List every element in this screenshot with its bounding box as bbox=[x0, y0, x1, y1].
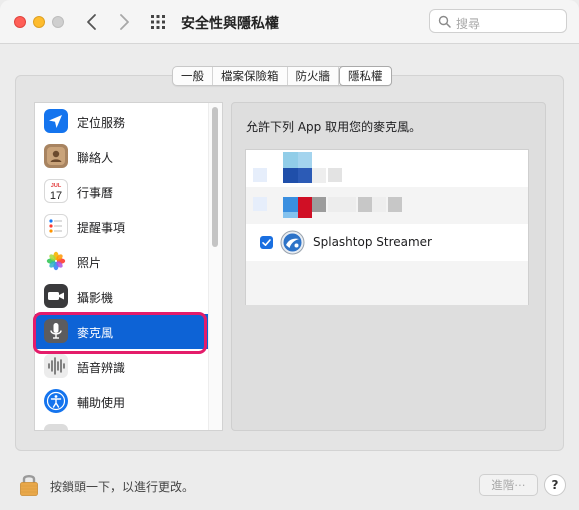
redacted-block bbox=[283, 212, 298, 218]
search-placeholder: 搜尋 bbox=[456, 17, 481, 31]
sidebar-scrollbar-thumb[interactable] bbox=[212, 107, 218, 247]
redacted-block bbox=[283, 168, 298, 183]
preferences-window: 安全性與隱私權 搜尋 一般 檔案保險箱 防火牆 隱私權 定位服務 聯絡人 JUL… bbox=[0, 0, 579, 510]
advanced-button[interactable]: 進階⋯ bbox=[479, 474, 538, 496]
permission-description: 允許下列 App 取用您的麥克風。 bbox=[246, 120, 422, 134]
redacted-block bbox=[253, 197, 267, 211]
title-bar: 安全性與隱私權 搜尋 bbox=[0, 0, 579, 44]
accessibility-icon bbox=[44, 389, 68, 413]
list-item-splashtop[interactable]: Splashtop Streamer bbox=[246, 224, 528, 261]
window-title: 安全性與隱私權 bbox=[181, 16, 279, 32]
calendar-icon: JUL 17 bbox=[44, 179, 68, 203]
back-button[interactable] bbox=[80, 10, 104, 34]
app-name: Splashtop Streamer bbox=[313, 235, 432, 249]
tab-firewall[interactable]: 防火牆 bbox=[288, 67, 339, 85]
redacted-block bbox=[328, 197, 342, 212]
splashtop-icon bbox=[280, 230, 305, 255]
sidebar-item-label: 照片 bbox=[77, 256, 102, 270]
redacted-block bbox=[283, 152, 298, 168]
close-window-button[interactable] bbox=[14, 16, 26, 28]
chevron-right-icon bbox=[120, 14, 129, 30]
sidebar-item-location-services[interactable]: 定位服務 bbox=[35, 104, 209, 139]
tab-filevault[interactable]: 檔案保險箱 bbox=[213, 67, 288, 85]
selection-highlight-annotation bbox=[33, 312, 207, 354]
lock-button[interactable] bbox=[18, 471, 40, 497]
redacted-block bbox=[312, 168, 326, 183]
sidebar-item-label: 行事曆 bbox=[77, 186, 114, 200]
sidebar-item-label: 提醒事項 bbox=[77, 221, 126, 235]
list-item-redacted[interactable] bbox=[246, 187, 528, 224]
redacted-block bbox=[253, 168, 267, 182]
sidebar-item-contacts[interactable]: 聯絡人 bbox=[35, 139, 209, 174]
search-field[interactable]: 搜尋 bbox=[429, 9, 567, 33]
redacted-block bbox=[342, 197, 356, 212]
sidebar-item-camera[interactable]: 攝影機 bbox=[35, 279, 209, 314]
redacted-block bbox=[298, 168, 312, 183]
contacts-icon bbox=[44, 144, 68, 168]
tab-bar: 一般 檔案保險箱 防火牆 隱私權 bbox=[172, 66, 392, 86]
sidebar-item-accessibility[interactable]: 輔助使用 bbox=[35, 384, 209, 419]
sidebar-item-reminders[interactable]: 提醒事項 bbox=[35, 209, 209, 244]
reminders-icon bbox=[44, 214, 68, 238]
forward-button[interactable] bbox=[112, 10, 136, 34]
chevron-left-icon bbox=[87, 14, 96, 30]
redacted-block bbox=[358, 197, 372, 212]
search-icon bbox=[438, 15, 451, 28]
sidebar-item-calendar[interactable]: JUL 17 行事曆 bbox=[35, 174, 209, 209]
show-all-button[interactable] bbox=[150, 14, 166, 30]
camera-icon bbox=[44, 284, 68, 308]
checkmark-icon bbox=[262, 239, 271, 246]
sidebar-item-photos[interactable]: 照片 bbox=[35, 244, 209, 279]
privacy-category-list: 定位服務 聯絡人 JUL 17 行事曆 提醒事項 照片 攝影機 麥克風 語音辨識… bbox=[34, 102, 223, 431]
sidebar-item-label: 輔助使用 bbox=[77, 396, 126, 410]
redacted-block bbox=[372, 197, 386, 212]
help-button[interactable]: ? bbox=[544, 474, 566, 496]
sidebar-item-label: 語音辨識 bbox=[77, 361, 126, 375]
list-item-redacted[interactable] bbox=[246, 150, 528, 187]
zoom-window-button[interactable] bbox=[52, 16, 64, 28]
photos-icon bbox=[44, 249, 68, 273]
calendar-day: 17 bbox=[50, 190, 62, 202]
app-permission-list: Splashtop Streamer bbox=[245, 149, 529, 305]
sidebar-item-label: 攝影機 bbox=[77, 291, 114, 305]
sidebar-item-label: 定位服務 bbox=[77, 116, 126, 130]
sidebar-item-speech-recognition[interactable]: 語音辨識 bbox=[35, 349, 209, 384]
location-arrow-icon bbox=[44, 109, 68, 133]
redacted-block bbox=[388, 197, 402, 212]
allow-checkbox[interactable] bbox=[260, 236, 273, 249]
calendar-month: JUL bbox=[51, 183, 62, 189]
tab-general[interactable]: 一般 bbox=[173, 67, 213, 85]
redacted-block bbox=[283, 197, 298, 212]
grid-icon bbox=[151, 15, 165, 29]
minimize-window-button[interactable] bbox=[33, 16, 45, 28]
tab-privacy[interactable]: 隱私權 bbox=[339, 66, 392, 86]
lock-icon bbox=[20, 474, 38, 496]
redacted-block bbox=[312, 197, 326, 212]
list-item-empty bbox=[246, 261, 528, 305]
redacted-block bbox=[328, 168, 342, 182]
redacted-block bbox=[298, 152, 312, 168]
redacted-block bbox=[298, 197, 312, 218]
partially-visible-icon bbox=[44, 424, 68, 430]
lock-instructions: 按鎖頭一下，以進行更改。 bbox=[50, 480, 195, 494]
sidebar-item-label: 聯絡人 bbox=[77, 151, 114, 165]
speech-recognition-icon bbox=[44, 354, 68, 378]
sidebar-item-partial[interactable] bbox=[35, 419, 209, 430]
